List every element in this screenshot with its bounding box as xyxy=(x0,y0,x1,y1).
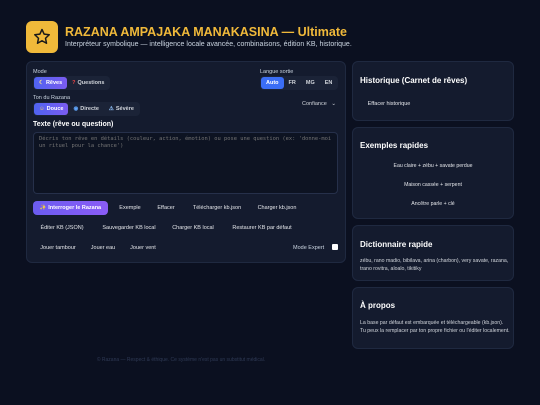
clear-button[interactable]: Effacer xyxy=(150,201,182,215)
tone-douce-button[interactable]: ☺ Douce xyxy=(34,103,69,115)
play-drum-button[interactable]: Jouer tambour xyxy=(33,241,83,255)
confidence-toggle[interactable]: Confiance ⌄ xyxy=(302,101,336,107)
tone-directe-button[interactable]: ◉ Directe xyxy=(68,103,103,115)
dictionary-title: Dictionnaire rapide xyxy=(360,240,433,249)
play-water-button[interactable]: Jouer eau xyxy=(86,241,120,255)
lang-en-button[interactable]: EN xyxy=(320,77,338,89)
dictionary-text: zébu, rano madio, bibilava, arina (charb… xyxy=(360,258,509,272)
mode-selector: ☾ Rêves ? Questions xyxy=(33,76,111,90)
interrogate-button[interactable]: ✨ Interroger le Razana xyxy=(33,201,108,215)
lang-mg-button[interactable]: MG xyxy=(301,77,320,89)
expert-mode-checkbox[interactable] xyxy=(332,244,338,250)
moon-icon: ☾ xyxy=(39,80,44,86)
tone-selector: ☺ Douce ◉ Directe ⚠ Sévère xyxy=(33,102,140,116)
play-wind-button[interactable]: Jouer vent xyxy=(124,241,162,255)
about-text: La base par défaut est embarquée et télé… xyxy=(360,320,510,334)
target-icon: ◉ xyxy=(73,106,79,112)
tone-severe-button[interactable]: ⚠ Sévère xyxy=(104,103,139,115)
example-button[interactable]: Exemple xyxy=(112,201,148,215)
language-label: Langue sortie xyxy=(260,69,294,75)
tone-label: Ton du Razana xyxy=(33,95,70,101)
mode-questions-button[interactable]: ? Questions xyxy=(67,77,109,89)
mode-reves-label: Rêves xyxy=(45,80,63,86)
example-item-3[interactable]: Ancêtre parle + clé xyxy=(353,201,513,207)
history-title: Historique (Carnet de rêves) xyxy=(360,76,468,85)
about-panel xyxy=(352,287,514,349)
download-kb-button[interactable]: Télécharger kb.json xyxy=(186,201,248,215)
tone-directe-label: Directe xyxy=(80,106,99,112)
question-icon: ? xyxy=(72,80,76,86)
examples-title: Exemples rapides xyxy=(360,141,429,150)
history-panel xyxy=(352,61,514,121)
footer-text: © Razana — Respect & éthique. Ce système… xyxy=(96,357,266,363)
warning-icon: ⚠ xyxy=(108,106,114,112)
edit-kb-button[interactable]: Éditer KB (JSON) xyxy=(33,221,91,235)
clear-history-button[interactable]: Effacer historique xyxy=(360,98,418,110)
example-item-2[interactable]: Maison cassée + serpent xyxy=(353,182,513,188)
app-title: RAZANA AMPAJAKA MANAKASINA — Ultimate xyxy=(65,25,347,39)
example-item-1[interactable]: Eau claire + zébu + savate perdue xyxy=(353,163,513,169)
language-selector: Auto FR MG EN xyxy=(260,76,339,90)
restore-kb-button[interactable]: Restaurer KB par défaut xyxy=(226,221,298,235)
save-kb-button[interactable]: Sauvegarder KB local xyxy=(96,221,162,235)
mode-reves-button[interactable]: ☾ Rêves xyxy=(34,77,68,89)
chevron-down-icon: ⌄ xyxy=(331,101,336,107)
lang-fr-button[interactable]: FR xyxy=(284,77,301,89)
text-input-label: Texte (rêve ou question) xyxy=(33,121,114,128)
smile-icon: ☺ xyxy=(39,106,45,112)
tone-douce-label: Douce xyxy=(46,106,64,112)
about-title: À propos xyxy=(360,301,396,310)
confidence-label: Confiance xyxy=(302,101,327,107)
star-icon xyxy=(26,21,58,53)
tone-severe-label: Sévère xyxy=(115,106,134,112)
app-header: RAZANA AMPAJAKA MANAKASINA — Ultimate In… xyxy=(26,21,516,55)
lang-auto-button[interactable]: Auto xyxy=(261,77,284,89)
mode-label: Mode xyxy=(33,69,47,75)
expert-mode-label: Mode Expert xyxy=(293,245,325,251)
dream-text-input[interactable] xyxy=(33,132,338,194)
load-local-kb-button[interactable]: Charger KB local xyxy=(166,221,220,235)
mode-questions-label: Questions xyxy=(77,80,105,86)
app-subtitle: Interpréteur symbolique — intelligence l… xyxy=(65,41,352,48)
load-kb-button[interactable]: Charger kb.json xyxy=(252,201,302,215)
